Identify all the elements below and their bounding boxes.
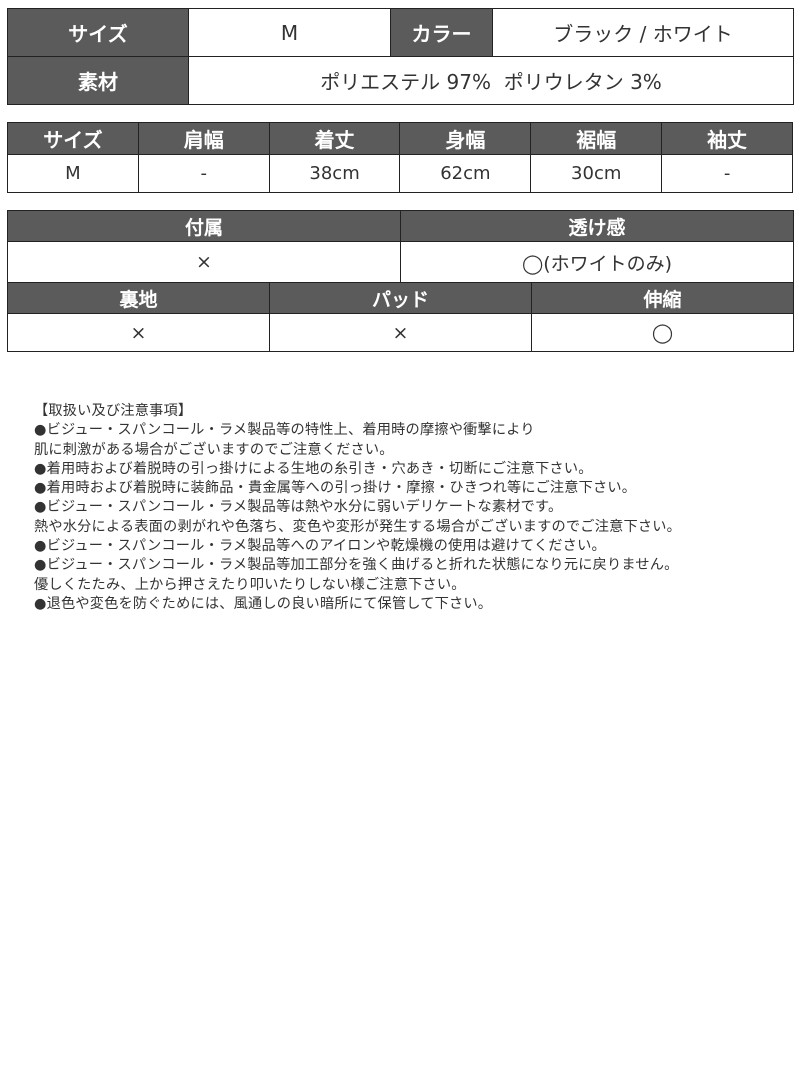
color-label: カラー (390, 8, 493, 57)
care-note-line: ●着用時および着脱時に装飾品・貴金属等への引っ掛け・摩擦・ひきつれ等にご注意下さ… (34, 480, 637, 497)
size-header-sleeve: 袖丈 (661, 122, 793, 155)
size-table: サイズ 肩幅 着丈 身幅 裾幅 袖丈 M - 38cm 62cm 30cm - (7, 122, 793, 193)
size-cell-shoulder: - (137, 154, 270, 193)
lining-value: × (7, 313, 270, 352)
feature-header-row-2: 裏地 パッド 伸縮 (7, 282, 795, 314)
pad-value: × (268, 313, 533, 352)
size-table-header: サイズ 肩幅 着丈 身幅 裾幅 袖丈 (7, 122, 793, 155)
lining-label: 裏地 (7, 282, 270, 314)
care-note-line: ●ビジュー・スパンコール・ラメ製品等の特性上、着用時の摩擦や衝撃により (34, 422, 535, 439)
size-header-width: 身幅 (399, 122, 532, 155)
size-header-length: 着丈 (268, 122, 401, 155)
stretch-label: 伸縮 (531, 282, 795, 314)
feature-value-row-1: × ◯(ホワイトのみ) (6, 241, 795, 283)
care-note-line: 熱や水分による表面の剥がれや色落ち、変色や変形が発生する場合がございますのでご注… (34, 518, 682, 535)
sheerness-value: ◯(ホワイトのみ) (400, 241, 795, 283)
size-value: M (188, 8, 391, 57)
accessories-label: 付属 (6, 210, 402, 242)
material-label: 素材 (7, 56, 189, 105)
size-header-hem: 裾幅 (530, 122, 663, 155)
table-row: M - 38cm 62cm 30cm - (7, 154, 793, 193)
care-notes-title: 【取扱い及び注意事項】 (34, 403, 193, 419)
sheerness-label: 透け感 (400, 210, 795, 242)
size-header-shoulder: 肩幅 (137, 122, 270, 155)
size-cell-size: M (7, 154, 139, 193)
care-note-line: 優しくたたみ、上から押さえたり叩いたりしない様ご注意下さい。 (34, 576, 466, 593)
care-note-line: ●退色や変色を防ぐためには、風通しの良い暗所にて保管して下さい。 (34, 595, 493, 612)
size-cell-sleeve: - (661, 154, 793, 193)
care-note-line: 肌に刺激がある場合がございますのでご注意ください。 (34, 441, 394, 458)
size-label: サイズ (7, 8, 189, 57)
color-value: ブラック / ホワイト (492, 8, 794, 57)
care-note-line: ●ビジュー・スパンコール・ラメ製品等加工部分を強く曲げると折れた状態になり元に戻… (34, 557, 679, 574)
spec-table: サイズ M カラー ブラック / ホワイト 素材 ポリエステル 97% ポリウレ… (7, 8, 794, 105)
size-cell-width: 62cm (399, 154, 532, 193)
care-notes: 【取扱い及び注意事項】 ●ビジュー・スパンコール・ラメ製品等の特性上、着用時の摩… (34, 402, 794, 614)
care-note-line: ●着用時および着脱時の引っ掛けによる生地の糸引き・穴あき・切断にご注意下さい。 (34, 460, 593, 477)
feature-header-row-1: 付属 透け感 (6, 210, 795, 242)
accessories-value: × (6, 241, 402, 283)
spec-row-material: 素材 ポリエステル 97% ポリウレタン 3% (7, 56, 794, 105)
size-cell-length: 38cm (268, 154, 401, 193)
pad-label: パッド (268, 282, 533, 314)
size-header-size: サイズ (7, 122, 139, 155)
feature-value-row-2: × × ◯ (7, 313, 795, 352)
feature-table: 付属 透け感 × ◯(ホワイトのみ) 裏地 パッド 伸縮 × × ◯ (6, 210, 795, 352)
care-note-line: ●ビジュー・スパンコール・ラメ製品等は熱や水分に弱いデリケートな素材です。 (34, 499, 563, 516)
size-cell-hem: 30cm (530, 154, 663, 193)
stretch-value: ◯ (531, 313, 795, 352)
material-value: ポリエステル 97% ポリウレタン 3% (188, 56, 794, 105)
care-note-line: ●ビジュー・スパンコール・ラメ製品等へのアイロンや乾燥機の使用は避けてください。 (34, 538, 606, 555)
spec-row-size-color: サイズ M カラー ブラック / ホワイト (7, 8, 794, 57)
